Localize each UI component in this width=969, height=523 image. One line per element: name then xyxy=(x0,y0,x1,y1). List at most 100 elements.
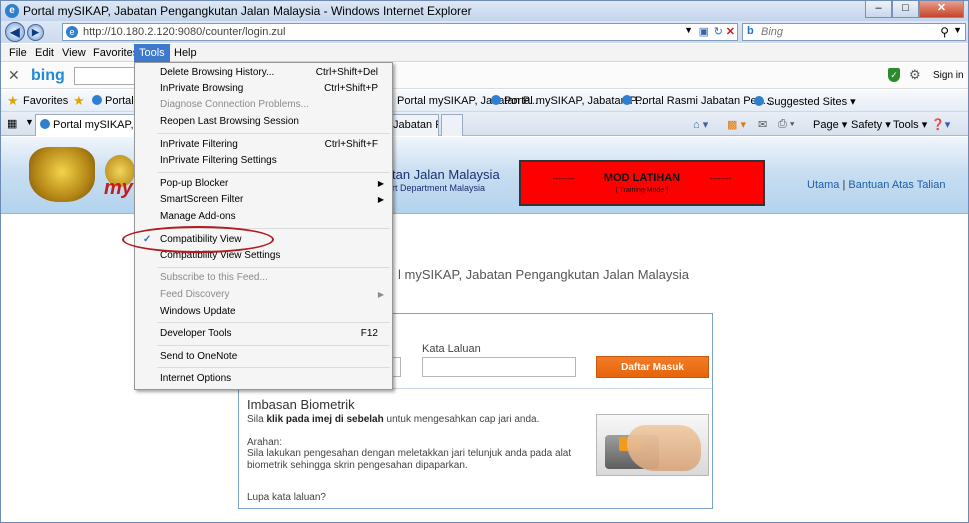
refresh-icon[interactable]: ↻ xyxy=(714,25,723,38)
menu-item-inprivate-filtering-settings[interactable]: InPrivate Filtering Settings xyxy=(135,153,392,169)
print-icon[interactable]: ⎙ ▾ xyxy=(778,118,794,131)
link-bantuan[interactable]: Bantuan Atas Talian xyxy=(848,179,945,191)
tab-label: Jabatan P... xyxy=(393,119,438,131)
mode-subtitle: ( Training Mode ) xyxy=(615,187,669,194)
menu-shortcut: Ctrl+Shift+Del xyxy=(315,67,378,78)
menu-item-send-to-onenote[interactable]: Send to OneNote xyxy=(135,349,392,365)
title-bar: e Portal mySIKAP, Jabatan Pengangkutan J… xyxy=(1,1,968,21)
menu-item-label: Send to OneNote xyxy=(160,351,238,362)
menu-item-delete-history[interactable]: Delete Browsing History... Ctrl+Shift+Del xyxy=(135,65,392,81)
link-utama[interactable]: Utama xyxy=(807,179,839,191)
tab-active[interactable]: Portal mySIKAP, Jab xyxy=(35,114,135,136)
menu-separator xyxy=(157,267,390,268)
bing-search-input[interactable] xyxy=(74,67,138,85)
menu-item-inprivate-browsing[interactable]: InPrivate Browsing Ctrl+Shift+P xyxy=(135,81,392,97)
bio-text-post: untuk mengesahkan cap jari anda. xyxy=(383,414,540,425)
close-toolbar-icon[interactable]: ✕ xyxy=(8,67,20,84)
menu-help[interactable]: Help xyxy=(169,44,202,62)
favorites-button[interactable]: Favorites xyxy=(23,95,68,107)
menu-item-reopen-session[interactable]: Reopen Last Browsing Session xyxy=(135,114,392,130)
menu-separator xyxy=(157,133,390,134)
sign-in-link[interactable]: Sign in xyxy=(933,70,964,81)
menu-file[interactable]: File xyxy=(4,44,32,62)
safety-menu-button[interactable]: Safety ▾ xyxy=(851,118,891,131)
gear-icon[interactable]: ⚙ xyxy=(909,67,921,83)
suggested-sites[interactable]: Suggested Sites ▾ xyxy=(754,95,856,108)
tab-list-dropdown-icon[interactable]: ▼ xyxy=(25,117,34,127)
menu-separator xyxy=(157,172,390,173)
fav-item[interactable]: Portal xyxy=(92,95,134,107)
search-icon[interactable]: ⚲ xyxy=(940,25,949,39)
add-favorite-icon[interactable]: ★ xyxy=(73,93,85,109)
menu-tools[interactable]: Tools xyxy=(134,44,170,62)
dropdown-arrow-icon[interactable]: ▼ xyxy=(684,25,693,35)
menu-edit[interactable]: Edit xyxy=(30,44,59,62)
menu-item-label: Subscribe to this Feed... xyxy=(160,272,268,283)
menu-item-label: Developer Tools xyxy=(160,328,232,339)
search-dropdown-icon[interactable]: ▼ xyxy=(953,25,962,35)
home-icon[interactable]: ⌂ ▾ xyxy=(693,118,708,131)
favorites-star-icon[interactable]: ★ xyxy=(7,93,19,109)
link-separator: | xyxy=(842,179,846,191)
page-icon xyxy=(92,95,102,105)
menu-item-diagnose: Diagnose Connection Problems... xyxy=(135,97,392,113)
menu-shortcut: Ctrl+Shift+F xyxy=(324,139,378,150)
new-tab-button[interactable] xyxy=(441,114,463,136)
fingerprint-scanner-image[interactable] xyxy=(596,414,709,476)
mail-icon[interactable]: ✉ xyxy=(758,118,767,131)
menu-item-internet-options[interactable]: Internet Options xyxy=(135,371,392,387)
biometric-text: Sila klik pada imej di sebelah untuk men… xyxy=(247,414,539,425)
tab-inactive[interactable]: Jabatan P... xyxy=(392,114,439,136)
menu-view[interactable]: View xyxy=(57,44,91,62)
page-menu-button[interactable]: Page ▾ xyxy=(813,118,847,131)
menu-item-label: Diagnose Connection Problems... xyxy=(160,99,309,110)
password-input[interactable] xyxy=(422,357,576,377)
menu-item-label: SmartScreen Filter xyxy=(160,194,244,205)
maximize-button[interactable]: □ xyxy=(892,1,919,18)
fav-item-label: Suggested Sites ▾ xyxy=(767,96,856,108)
page-icon xyxy=(40,119,50,129)
minimize-button[interactable]: – xyxy=(865,1,892,18)
help-icon[interactable]: ❓▾ xyxy=(931,118,950,131)
mode-dashes-right: -------- xyxy=(709,174,731,183)
fav-item[interactable]: Portal Rasmi Jabatan Pen... xyxy=(622,95,772,107)
menu-item-smartscreen[interactable]: SmartScreen Filter ▶ xyxy=(135,192,392,208)
forgot-password-link[interactable]: Lupa kata laluan? xyxy=(247,492,326,503)
menu-item-label: Internet Options xyxy=(160,373,232,384)
forward-arrow-icon[interactable]: ▶ xyxy=(27,24,44,41)
fav-item-label: Portal Rasmi Jabatan Pen... xyxy=(635,95,772,107)
menu-item-manage-addons[interactable]: Manage Add-ons xyxy=(135,209,392,225)
menu-item-windows-update[interactable]: Windows Update xyxy=(135,304,392,320)
feeds-icon[interactable]: ▩ ▾ xyxy=(727,118,746,131)
quick-tabs-icon[interactable]: ▦ xyxy=(7,117,17,130)
menu-item-label: InPrivate Filtering Settings xyxy=(160,155,277,166)
submenu-arrow-icon: ▶ xyxy=(377,290,384,299)
bio-text-pre: Sila xyxy=(247,414,267,425)
address-field[interactable]: e http://10.180.2.120:9080/counter/login… xyxy=(62,23,738,41)
close-button[interactable]: ✕ xyxy=(919,1,964,18)
page-icon xyxy=(754,96,764,106)
submenu-arrow-icon: ▶ xyxy=(377,179,384,188)
menu-shortcut: F12 xyxy=(360,328,378,339)
menu-item-label: Delete Browsing History... xyxy=(160,67,275,78)
back-arrow-icon[interactable]: ◀ xyxy=(5,22,25,42)
menu-item-popup-blocker[interactable]: Pop-up Blocker ▶ xyxy=(135,176,392,192)
login-button[interactable]: Daftar Masuk xyxy=(596,356,709,378)
compatibility-icon[interactable]: ▣ xyxy=(699,25,709,38)
shield-check-icon[interactable]: ✓ xyxy=(888,68,900,82)
page-icon xyxy=(491,95,501,105)
search-box[interactable]: b Bing ⚲ ▼ xyxy=(742,23,966,41)
welcome-heading: l mySIKAP, Jabatan Pengangkutan Jalan Ma… xyxy=(398,267,689,282)
menu-item-feed-discovery: Feed Discovery ▶ xyxy=(135,287,392,303)
address-bar-row: ◀ ▶ e http://10.180.2.120:9080/counter/l… xyxy=(1,21,968,43)
tools-menu-button[interactable]: Tools ▾ xyxy=(893,118,927,131)
page-icon: e xyxy=(66,26,78,38)
highlight-circle xyxy=(122,226,274,253)
menu-item-developer-tools[interactable]: Developer Tools F12 xyxy=(135,326,392,342)
stop-icon[interactable]: ✕ xyxy=(726,25,735,38)
menu-item-label: Manage Add-ons xyxy=(160,211,236,222)
fav-item-label: Portal xyxy=(105,95,134,107)
menu-item-inprivate-filtering[interactable]: InPrivate Filtering Ctrl+Shift+F xyxy=(135,137,392,153)
top-links: Utama | Bantuan Atas Talian xyxy=(807,179,945,191)
bing-logo: bing xyxy=(31,67,65,84)
